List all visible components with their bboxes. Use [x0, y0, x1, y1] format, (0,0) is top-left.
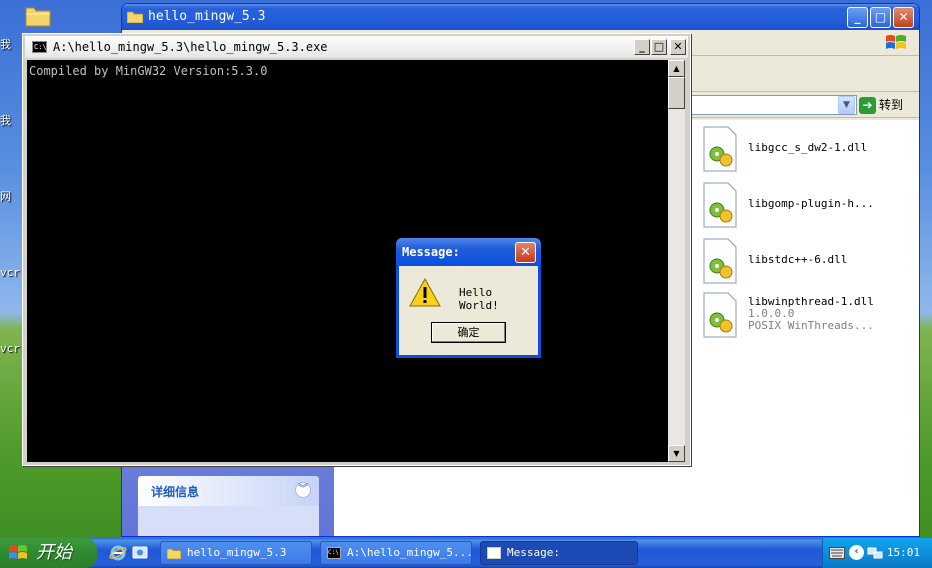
folder-icon	[167, 548, 181, 559]
message-box-close-button[interactable]: ✕	[515, 242, 536, 263]
start-label: 开始	[36, 542, 72, 563]
desktop-icon-label-2[interactable]: 我	[0, 112, 11, 128]
console-app-icon: C:\	[32, 41, 47, 53]
taskbar-button-label: hello_mingw_5.3	[187, 546, 287, 559]
taskbar-button-message[interactable]: Message:	[480, 541, 638, 565]
clock: 15:01	[886, 546, 920, 559]
console-titlebar[interactable]: C:\ A:\hello_mingw_5.3\hello_mingw_5.3.e…	[25, 36, 688, 58]
scroll-up-icon[interactable]: ▲	[668, 60, 685, 77]
console-minimize-button[interactable]: _	[634, 39, 650, 55]
go-arrow-icon: ➔	[859, 97, 876, 114]
console-app-icon: C:\	[327, 547, 341, 559]
file-name: libgomp-plugin-h...	[748, 197, 874, 210]
file-item[interactable]: libgomp-plugin-h...	[702, 182, 882, 232]
message-box: Message: ✕ Hello World! 确定	[396, 238, 541, 358]
taskbar-button-label: Message:	[507, 546, 560, 559]
desktop-icon-label-5[interactable]: vcr	[0, 342, 20, 355]
start-button[interactable]: 开始	[0, 538, 97, 568]
desktop-icon-label-3[interactable]: 网	[0, 188, 11, 204]
file-name: libstdc++-6.dll	[748, 253, 848, 266]
taskbar-button-explorer[interactable]: hello_mingw_5.3	[160, 541, 312, 565]
details-panel-body	[138, 506, 319, 536]
dll-file-icon	[703, 238, 737, 284]
explorer-titlebar[interactable]: hello_mingw_5.3 _ □ ✕	[122, 4, 919, 30]
file-item[interactable]: libwinpthread-1.dll 1.0.0.0 POSIX WinThr…	[702, 292, 882, 342]
go-button[interactable]: ➔ 转到	[859, 95, 913, 115]
message-box-title: Message:	[402, 245, 460, 259]
desktop-icon-label-4[interactable]: vcr	[0, 266, 20, 279]
console-output[interactable]: Compiled by MinGW32 Version:5.3.0	[27, 60, 668, 462]
minimize-button[interactable]: _	[847, 7, 868, 28]
console-scrollbar[interactable]: ▲ ▼	[668, 60, 685, 462]
details-panel-header[interactable]: 详细信息 ︾	[138, 476, 319, 506]
message-box-titlebar[interactable]: Message: ✕	[396, 238, 541, 266]
warning-icon	[409, 278, 441, 307]
dll-file-icon	[703, 182, 737, 228]
dll-file-icon	[703, 292, 737, 338]
taskbar: 开始 hello_mingw_5.3 C:\ A:\hello_mingw_5.…	[0, 538, 932, 568]
close-button[interactable]: ✕	[893, 7, 914, 28]
console-title: A:\hello_mingw_5.3\hello_mingw_5.3.exe	[53, 40, 328, 54]
show-desktop-icon[interactable]	[131, 544, 149, 562]
internet-explorer-icon[interactable]	[109, 544, 127, 562]
console-maximize-button[interactable]: □	[651, 39, 667, 55]
message-text: Hello World!	[459, 286, 499, 312]
file-name: libgcc_s_dw2-1.dll	[748, 141, 868, 154]
chevron-down-icon[interactable]: ︾	[295, 482, 311, 498]
desktop-folder-icon[interactable]	[24, 2, 52, 28]
console-window: C:\ A:\hello_mingw_5.3\hello_mingw_5.3.e…	[22, 33, 691, 466]
scroll-thumb[interactable]	[668, 77, 685, 109]
tray-expand-icon[interactable]: ‹	[849, 545, 864, 560]
file-description: POSIX WinThreads...	[748, 319, 874, 332]
desktop-icon-label-1[interactable]: 我	[0, 36, 11, 52]
windows-logo-icon	[886, 35, 906, 49]
scroll-down-icon[interactable]: ▼	[668, 445, 685, 462]
address-dropdown-button[interactable]: ▼	[838, 96, 855, 114]
details-label: 详细信息	[151, 485, 200, 499]
taskbar-button-console[interactable]: C:\ A:\hello_mingw_5...	[320, 541, 472, 565]
file-item[interactable]: libstdc++-6.dll	[702, 238, 882, 288]
go-label: 转到	[879, 98, 904, 112]
system-tray: ‹ 15:01	[822, 538, 932, 568]
keyboard-icon[interactable]	[829, 547, 845, 559]
file-item[interactable]: libgcc_s_dw2-1.dll	[702, 126, 882, 176]
taskbar-button-label: A:\hello_mingw_5...	[347, 546, 472, 559]
window-icon	[487, 547, 501, 559]
windows-logo-icon	[9, 545, 27, 559]
explorer-title: hello_mingw_5.3	[148, 9, 266, 24]
maximize-button[interactable]: □	[870, 7, 891, 28]
ok-button[interactable]: 确定	[431, 322, 506, 343]
network-icon[interactable]	[867, 545, 883, 561]
dll-file-icon	[703, 126, 737, 172]
console-close-button[interactable]: ✕	[670, 39, 686, 55]
folder-icon	[127, 11, 143, 23]
